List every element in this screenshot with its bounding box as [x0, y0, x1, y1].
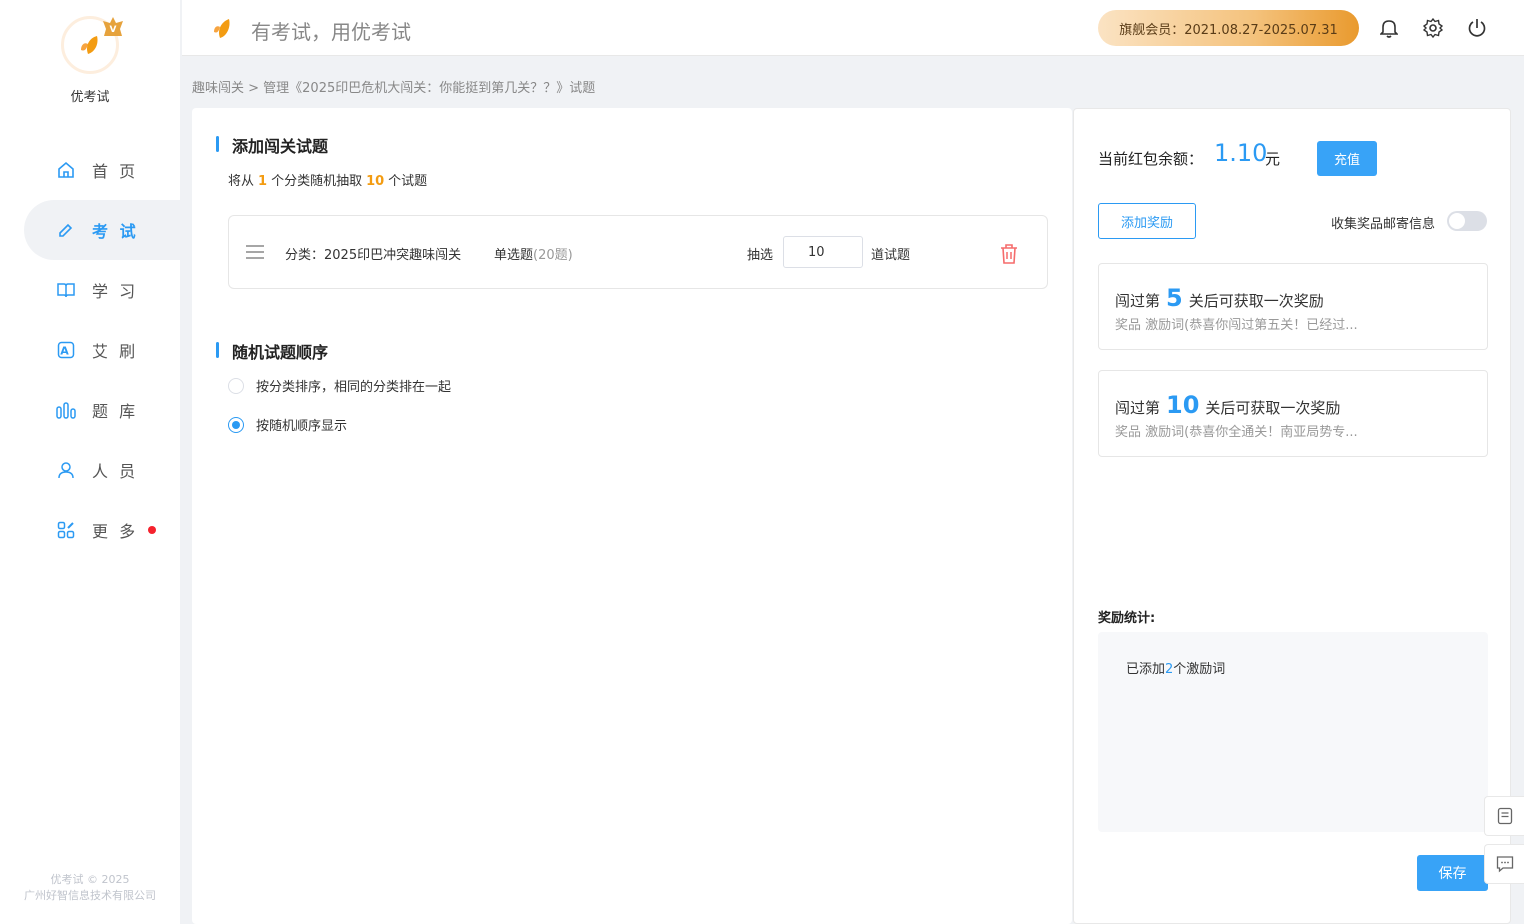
- section-title-add-questions: 添加闯关试题: [216, 133, 328, 157]
- draw-description: 将从 1 个分类随机抽取 10 个试题: [228, 174, 428, 189]
- sidebar-item-label: 人 员: [92, 462, 139, 481]
- user-icon: [56, 460, 76, 480]
- gear-icon[interactable]: [1422, 17, 1444, 39]
- breadcrumb[interactable]: 趣味闯关 > 管理《2025印巴危机大闯关：你能挺到第几关？？》试题: [192, 77, 595, 96]
- stats-text: 已添加2个激励词: [1126, 662, 1226, 677]
- power-icon[interactable]: [1466, 17, 1488, 39]
- vip-crown-icon: V: [103, 17, 123, 36]
- recharge-button[interactable]: 充值: [1317, 141, 1377, 176]
- reward-card[interactable]: 闯过第 5 关后可获取一次奖励 奖品 激励词(恭喜你闯过第五关！已经过...: [1098, 263, 1488, 350]
- reward-title: 闯过第 10 关后可获取一次奖励: [1115, 391, 1341, 419]
- radio-button[interactable]: [228, 377, 244, 394]
- reward-title: 闯过第 5 关后可获取一次奖励: [1115, 284, 1324, 312]
- add-reward-button[interactable]: 添加奖励: [1098, 203, 1196, 239]
- trash-icon[interactable]: [999, 243, 1019, 265]
- save-button[interactable]: 保存: [1417, 855, 1488, 891]
- slogan: 有考试，用优考试: [251, 20, 411, 44]
- pick-suffix: 道试题: [871, 248, 911, 263]
- reward-panel: 当前红包余额： 1.10 元 充值 添加奖励 收集奖品邮寄信息 闯过第 5 关后可获…: [1073, 108, 1511, 924]
- a-icon: A: [56, 340, 76, 360]
- svg-text:V: V: [110, 25, 117, 35]
- drag-handle-icon[interactable]: [245, 244, 265, 260]
- category-row: 分类：2025印巴冲突趣味闯关 单选题(20题) 抽选 道试题: [228, 215, 1048, 289]
- stats-label: 奖励统计:: [1098, 611, 1156, 626]
- category-label: 分类：2025印巴冲突趣味闯关: [285, 248, 462, 263]
- reward-detail: 奖品 激励词(恭喜你全通关！南亚局势专...: [1115, 425, 1358, 440]
- sidebar-item-label: 艾 刷: [92, 342, 139, 361]
- notification-dot: [148, 526, 157, 534]
- sidebar-item-label: 考 试: [92, 222, 139, 241]
- chat-float-button[interactable]: [1484, 844, 1524, 884]
- pick-count-input[interactable]: [783, 236, 863, 268]
- sidebar-nav: 首 页 考 试 学 习 A 艾 刷 题 库 人 员 更 多: [0, 140, 180, 560]
- question-type: 单选题(20题): [494, 248, 573, 263]
- sidebar-item-label: 学 习: [92, 282, 139, 301]
- copyright: 优考试 © 2025 广州好智信息技术有限公司: [24, 873, 156, 902]
- sidebar-item-label: 首 页: [92, 162, 139, 181]
- order-option-random[interactable]: 按随机顺序显示: [228, 415, 347, 434]
- reward-detail: 奖品 激励词(恭喜你闯过第五关！已经过...: [1115, 318, 1358, 333]
- sidebar-item-home[interactable]: 首 页: [0, 140, 180, 200]
- sidebar-item-label: 更 多: [92, 522, 139, 541]
- balance-unit: 元: [1265, 150, 1281, 168]
- sidebar-item-more[interactable]: 更 多: [0, 500, 180, 560]
- exam-icon: [56, 220, 76, 240]
- order-option-by-category[interactable]: 按分类排序，相同的分类排在一起: [228, 376, 451, 395]
- sidebar-item-users[interactable]: 人 员: [0, 440, 180, 500]
- sidebar-item-exam[interactable]: 考 试: [24, 200, 180, 260]
- leaf-logo-icon: [214, 19, 230, 38]
- stats-box: 已添加2个激励词: [1098, 632, 1488, 832]
- balance-label: 当前红包余额：: [1098, 150, 1204, 168]
- chat-icon: [1496, 856, 1513, 873]
- book-icon: [56, 280, 76, 300]
- radio-button-checked[interactable]: [228, 416, 244, 433]
- document-icon: [1497, 807, 1512, 825]
- sidebar: V 优考试 首 页 考 试 学 习 A 艾 刷 题 库 人 员 更 多 优考试 …: [0, 0, 180, 924]
- sidebar-item-question-bank[interactable]: 题 库: [0, 380, 180, 440]
- question-settings-panel: 添加闯关试题 将从 1 个分类随机抽取 10 个试题 分类：2025印巴冲突趣味闯关 单…: [192, 108, 1072, 924]
- top-header: 有考试，用优考试 旗舰会员：2021.08.27-2025.07.31: [182, 0, 1524, 56]
- balance-value: 1.10: [1214, 139, 1268, 167]
- sidebar-item-study[interactable]: 学 习: [0, 260, 180, 320]
- notes-float-button[interactable]: [1484, 796, 1524, 836]
- app-name: 优考试: [70, 90, 110, 105]
- home-icon: [56, 160, 76, 180]
- sidebar-item-aishua[interactable]: A 艾 刷: [0, 320, 180, 380]
- svg-text:A: A: [60, 345, 72, 358]
- sidebar-item-label: 题 库: [92, 402, 139, 421]
- member-badge[interactable]: 旗舰会员：2021.08.27-2025.07.31: [1098, 10, 1359, 46]
- reward-card[interactable]: 闯过第 10 关后可获取一次奖励 奖品 激励词(恭喜你全通关！南亚局势专...: [1098, 370, 1488, 457]
- pick-label: 抽选: [747, 248, 774, 263]
- more-icon: [56, 520, 76, 540]
- collect-shipping-label: 收集奖品邮寄信息: [1331, 217, 1436, 232]
- bank-icon: [56, 400, 76, 420]
- bell-icon[interactable]: [1378, 17, 1400, 39]
- collect-shipping-toggle[interactable]: [1447, 211, 1487, 231]
- section-title-order: 随机试题顺序: [216, 339, 328, 363]
